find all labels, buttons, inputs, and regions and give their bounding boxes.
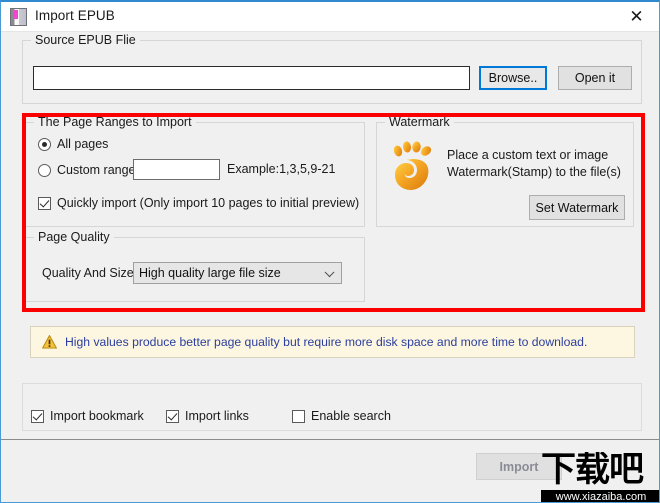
page-quality-group: Page Quality Quality And Size: High qual… (25, 230, 365, 302)
quality-warning-bar: High values produce better page quality … (30, 326, 635, 358)
watermark-group: Watermark Place a custom text or image W… (376, 115, 634, 227)
checkbox-import-links-label: Import links (185, 409, 249, 423)
quality-warning-text: High values produce better page quality … (65, 335, 588, 349)
quality-and-size-dropdown[interactable]: High quality large file size (133, 262, 342, 284)
radio-custom-range-label: Custom range: (57, 163, 139, 177)
source-epub-group: Source EPUB Flie Browse.. Open it (22, 33, 642, 104)
watermark-description-line2: Watermark(Stamp) to the file(s) (447, 165, 621, 179)
checkbox-enable-search[interactable]: Enable search (292, 409, 391, 423)
import-options-panel: Import bookmark Import links Enable sear… (22, 383, 642, 431)
import-epub-dialog: Import EPUB ✕ Source EPUB Flie Browse.. … (0, 0, 660, 503)
custom-range-example-label: Example:1,3,5,9-21 (227, 162, 336, 176)
watermark-description-line1: Place a custom text or image (447, 148, 609, 162)
source-epub-legend: Source EPUB Flie (31, 33, 140, 47)
radio-all-pages[interactable]: All pages (38, 137, 108, 151)
set-watermark-button[interactable]: Set Watermark (529, 195, 625, 220)
quality-and-size-label: Quality And Size: (42, 266, 138, 280)
warning-triangle-icon (42, 335, 57, 349)
watermark-legend: Watermark (385, 115, 454, 129)
checkbox-quickly-import-label: Quickly import (Only import 10 pages to … (57, 196, 360, 210)
custom-range-input[interactable] (133, 159, 220, 180)
title-bar: Import EPUB ✕ (1, 2, 659, 32)
gnome-foot-icon (393, 141, 432, 190)
source-path-input[interactable] (33, 66, 470, 90)
site-watermark-logo: 下载吧 (541, 452, 644, 490)
radio-all-pages-label: All pages (57, 137, 109, 151)
page-quality-legend: Page Quality (34, 230, 114, 244)
site-watermark-overlay: 下载吧 www.xiazaiba.com (541, 452, 659, 502)
open-it-button[interactable]: Open it (558, 66, 632, 90)
radio-custom-range-indicator[interactable] (38, 163, 51, 177)
checkbox-import-links-indicator[interactable] (166, 409, 179, 423)
site-watermark-url: www.xiazaiba.com (541, 490, 659, 502)
checkbox-import-bookmark[interactable]: Import bookmark (31, 409, 144, 423)
browse-button[interactable]: Browse.. (479, 66, 547, 90)
book-icon (10, 8, 27, 26)
page-ranges-group: The Page Ranges to Import All pages Cust… (25, 115, 365, 227)
checkbox-quickly-import[interactable]: Quickly import (Only import 10 pages to … (38, 196, 359, 210)
dialog-body: Source EPUB Flie Browse.. Open it The Pa… (1, 32, 659, 439)
window-title: Import EPUB (35, 8, 115, 23)
checkbox-enable-search-label: Enable search (311, 409, 391, 423)
checkbox-import-links[interactable]: Import links (166, 409, 249, 423)
radio-all-pages-indicator[interactable] (38, 137, 51, 151)
quality-and-size-value: High quality large file size (139, 266, 281, 280)
radio-custom-range[interactable]: Custom range: (38, 163, 139, 177)
chevron-down-icon (324, 267, 335, 278)
watermark-description: Place a custom text or image Watermark(S… (447, 147, 621, 181)
page-ranges-legend: The Page Ranges to Import (34, 115, 196, 129)
checkbox-import-bookmark-indicator[interactable] (31, 409, 44, 423)
checkbox-quickly-import-indicator[interactable] (38, 196, 51, 210)
checkbox-import-bookmark-label: Import bookmark (50, 409, 144, 423)
checkbox-enable-search-indicator[interactable] (292, 409, 305, 423)
close-icon[interactable]: ✕ (614, 2, 659, 31)
